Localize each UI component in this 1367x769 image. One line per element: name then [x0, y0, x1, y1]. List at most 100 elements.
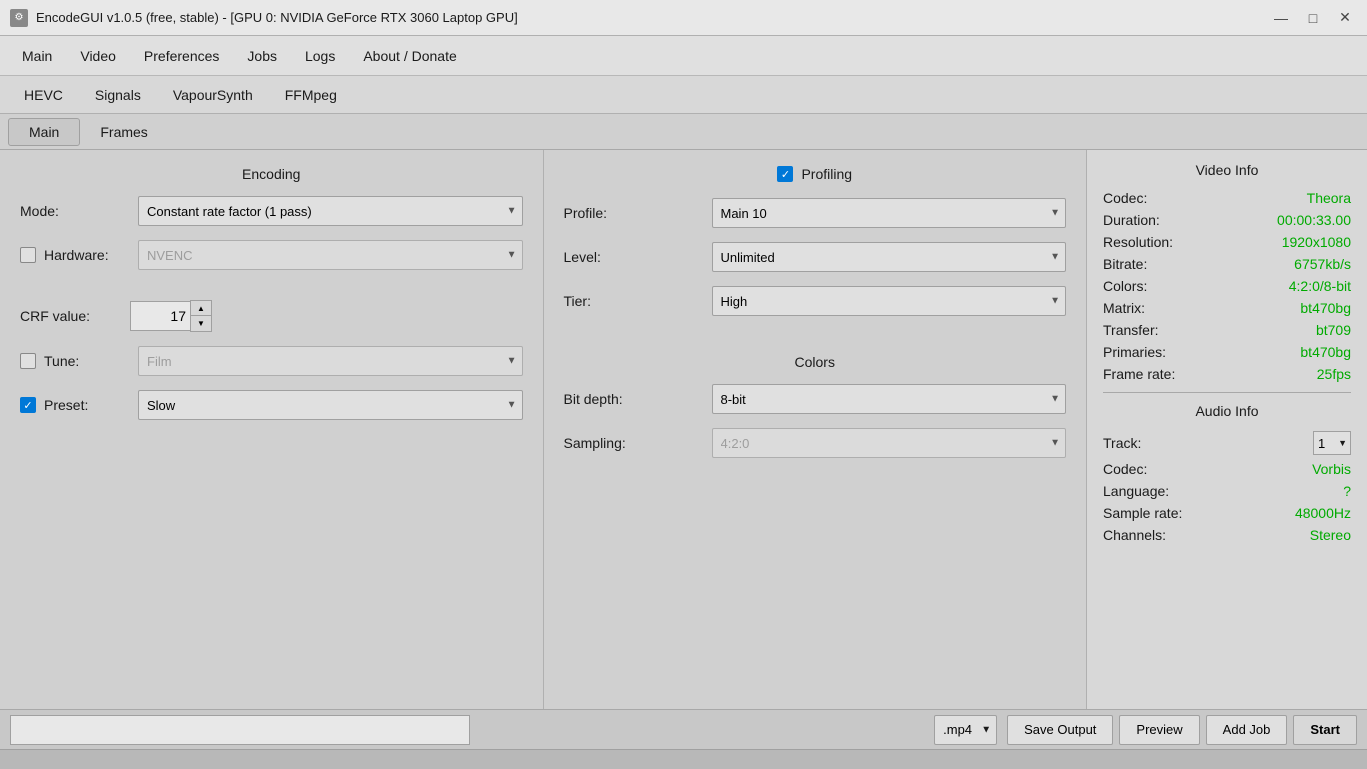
menu-preferences[interactable]: Preferences [130, 42, 233, 70]
sampling-select[interactable]: 4:2:0 [712, 428, 1067, 458]
mode-select-wrapper: Constant rate factor (1 pass) 2 pass Bit… [138, 196, 523, 226]
maximize-button[interactable]: □ [1301, 6, 1325, 30]
submenu-hevc[interactable]: HEVC [8, 82, 79, 108]
status-bar [0, 749, 1367, 769]
start-button[interactable]: Start [1293, 715, 1357, 745]
audio-track-select[interactable]: 1 2 [1313, 431, 1351, 455]
crf-input[interactable] [130, 301, 190, 331]
bottom-bar: .mp4 .mkv .mov ▼ Save Output Preview Add… [0, 709, 1367, 749]
menu-jobs[interactable]: Jobs [233, 42, 291, 70]
audio-channels-value: Stereo [1310, 527, 1351, 543]
bitdepth-label: Bit depth: [564, 391, 704, 407]
tune-checkbox[interactable] [20, 353, 36, 369]
hardware-select[interactable]: NVENC [138, 240, 523, 270]
info-panel: Video Info Codec: Theora Duration: 00:00… [1087, 150, 1367, 709]
colors-title: Colors [564, 354, 1067, 370]
sampling-row: Sampling: 4:2:0 ▼ [564, 428, 1067, 458]
submenu-signals[interactable]: Signals [79, 82, 157, 108]
app-icon: ⚙ [10, 9, 28, 27]
add-job-button[interactable]: Add Job [1206, 715, 1288, 745]
profile-label: Profile: [564, 205, 704, 221]
video-duration-row: Duration: 00:00:33.00 [1103, 212, 1351, 228]
video-codec-value: Theora [1307, 190, 1351, 206]
video-codec-row: Codec: Theora [1103, 190, 1351, 206]
video-duration-label: Duration: [1103, 212, 1160, 228]
video-primaries-label: Primaries: [1103, 344, 1166, 360]
tune-label: Tune: [44, 353, 79, 369]
tier-select[interactable]: High Main [712, 286, 1067, 316]
tier-row: Tier: High Main ▼ [564, 286, 1067, 316]
audio-info-title: Audio Info [1103, 403, 1351, 419]
audio-track-label: Track: [1103, 435, 1141, 451]
mode-select[interactable]: Constant rate factor (1 pass) 2 pass Bit… [138, 196, 523, 226]
window-title: EncodeGUI v1.0.5 (free, stable) - [GPU 0… [36, 10, 518, 25]
output-path-area [10, 715, 928, 745]
video-framerate-row: Frame rate: 25fps [1103, 366, 1351, 382]
video-info-title: Video Info [1103, 162, 1351, 178]
level-label: Level: [564, 249, 704, 265]
preset-row: Preset: Slow Medium Fast VerySlow ▼ [20, 390, 523, 420]
audio-language-value: ? [1343, 483, 1351, 499]
video-codec-label: Codec: [1103, 190, 1147, 206]
submenu-vapoursynth[interactable]: VapourSynth [157, 82, 269, 108]
preview-button[interactable]: Preview [1119, 715, 1199, 745]
preset-checkbox[interactable] [20, 397, 36, 413]
menu-bar: Main Video Preferences Jobs Logs About /… [0, 36, 1367, 76]
audio-codec-label: Codec: [1103, 461, 1147, 477]
bitdepth-select-wrapper: 8-bit 10-bit ▼ [712, 384, 1067, 414]
audio-channels-label: Channels: [1103, 527, 1166, 543]
video-transfer-label: Transfer: [1103, 322, 1159, 338]
save-output-button[interactable]: Save Output [1007, 715, 1113, 745]
video-framerate-value: 25fps [1317, 366, 1351, 382]
format-select-wrapper: .mp4 .mkv .mov ▼ [934, 715, 997, 745]
video-colors-value: 4:2:0/8-bit [1289, 278, 1351, 294]
sub-menu-bar: HEVC Signals VapourSynth FFMpeg [0, 76, 1367, 114]
hardware-row: Hardware: NVENC ▼ [20, 240, 523, 270]
audio-samplerate-value: 48000Hz [1295, 505, 1351, 521]
video-bitrate-label: Bitrate: [1103, 256, 1147, 272]
bitdepth-row: Bit depth: 8-bit 10-bit ▼ [564, 384, 1067, 414]
video-framerate-label: Frame rate: [1103, 366, 1175, 382]
encoding-panel: Encoding Mode: Constant rate factor (1 p… [0, 150, 544, 709]
close-button[interactable]: ✕ [1333, 6, 1357, 30]
video-primaries-value: bt470bg [1300, 344, 1351, 360]
minimize-button[interactable]: — [1269, 6, 1293, 30]
video-resolution-value: 1920x1080 [1282, 234, 1351, 250]
audio-codec-row: Codec: Vorbis [1103, 461, 1351, 477]
profile-row: Profile: Main 10 Main High ▼ [564, 198, 1067, 228]
audio-track-select-wrapper: 1 2 ▼ [1313, 431, 1351, 455]
level-select[interactable]: Unlimited 3.0 4.0 4.1 5.0 [712, 242, 1067, 272]
mode-label: Mode: [20, 203, 130, 219]
window-controls: — □ ✕ [1269, 6, 1357, 30]
menu-logs[interactable]: Logs [291, 42, 349, 70]
profile-select-wrapper: Main 10 Main High ▼ [712, 198, 1067, 228]
menu-video[interactable]: Video [66, 42, 130, 70]
crf-up-button[interactable]: ▲ [191, 301, 211, 316]
profiling-header: Profiling [564, 166, 1067, 182]
video-matrix-row: Matrix: bt470bg [1103, 300, 1351, 316]
tab-main[interactable]: Main [8, 118, 80, 146]
video-bitrate-row: Bitrate: 6757kb/s [1103, 256, 1351, 272]
menu-main[interactable]: Main [8, 42, 66, 70]
hardware-label: Hardware: [44, 247, 109, 263]
hardware-checkbox[interactable] [20, 247, 36, 263]
bitdepth-select[interactable]: 8-bit 10-bit [712, 384, 1067, 414]
preset-label: Preset: [44, 397, 88, 413]
format-select[interactable]: .mp4 .mkv .mov [934, 715, 997, 745]
tune-select[interactable]: Film Animation Grain [138, 346, 523, 376]
profiling-checkbox[interactable] [777, 166, 793, 182]
profiling-title: Profiling [801, 166, 852, 182]
output-path-input[interactable] [10, 715, 470, 745]
submenu-ffmpeg[interactable]: FFMpeg [269, 82, 353, 108]
audio-samplerate-row: Sample rate: 48000Hz [1103, 505, 1351, 521]
crf-input-group: ▲ ▼ [130, 300, 212, 332]
video-transfer-value: bt709 [1316, 322, 1351, 338]
tab-frames[interactable]: Frames [80, 119, 167, 145]
crf-down-button[interactable]: ▼ [191, 316, 211, 331]
menu-about[interactable]: About / Donate [349, 42, 470, 70]
video-resolution-label: Resolution: [1103, 234, 1173, 250]
profile-select[interactable]: Main 10 Main High [712, 198, 1067, 228]
preset-select[interactable]: Slow Medium Fast VerySlow [138, 390, 523, 420]
sampling-label: Sampling: [564, 435, 704, 451]
level-select-wrapper: Unlimited 3.0 4.0 4.1 5.0 ▼ [712, 242, 1067, 272]
